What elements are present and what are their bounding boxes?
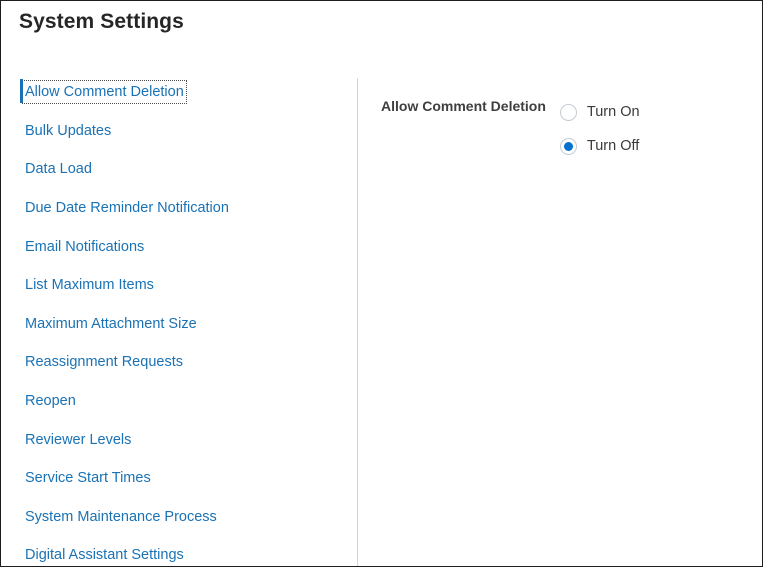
sidebar-item-label[interactable]: Digital Assistant Settings bbox=[25, 546, 184, 564]
sidebar-item-email-notifications[interactable]: Email Notifications bbox=[1, 227, 357, 266]
selected-item-accent-bar bbox=[20, 79, 23, 103]
sidebar-item-allow-comment-deletion[interactable]: Allow Comment Deletion bbox=[1, 73, 357, 112]
radio-checked-icon[interactable] bbox=[559, 137, 577, 155]
radio-unchecked-icon[interactable] bbox=[559, 103, 577, 121]
sidebar-item-label[interactable]: Maximum Attachment Size bbox=[25, 315, 197, 333]
radio-option-turn-on[interactable]: Turn On bbox=[559, 95, 640, 129]
sidebar-item-label[interactable]: Service Start Times bbox=[25, 469, 151, 487]
allow-comment-deletion-radio-group[interactable]: Turn On Turn Off bbox=[559, 95, 640, 163]
sidebar-item-label[interactable]: System Maintenance Process bbox=[25, 508, 217, 526]
system-settings-window: System Settings Allow Comment Deletion Bu… bbox=[0, 0, 763, 567]
sidebar-item-label[interactable]: Due Date Reminder Notification bbox=[25, 199, 229, 217]
setting-form: Allow Comment Deletion Turn On Turn Off bbox=[381, 95, 640, 163]
sidebar-item-service-start-times[interactable]: Service Start Times bbox=[1, 459, 357, 498]
settings-sidebar: Allow Comment Deletion Bulk Updates Data L… bbox=[1, 61, 357, 566]
sidebar-item-reassignment-requests[interactable]: Reassignment Requests bbox=[1, 343, 357, 382]
sidebar-item-label[interactable]: Email Notifications bbox=[25, 238, 144, 256]
sidebar-item-label[interactable]: List Maximum Items bbox=[25, 276, 154, 294]
sidebar-item-digital-assistant-settings[interactable]: Digital Assistant Settings bbox=[1, 536, 357, 566]
setting-detail-panel: Allow Comment Deletion Turn On Turn Off bbox=[358, 61, 762, 566]
page-title: System Settings bbox=[19, 10, 184, 33]
sidebar-item-label[interactable]: Bulk Updates bbox=[25, 122, 111, 140]
sidebar-item-system-maintenance-process[interactable]: System Maintenance Process bbox=[1, 498, 357, 537]
sidebar-item-label[interactable]: Data Load bbox=[25, 160, 92, 178]
setting-form-label: Allow Comment Deletion bbox=[381, 98, 546, 114]
sidebar-item-reopen[interactable]: Reopen bbox=[1, 382, 357, 421]
sidebar-item-due-date-reminder-notification[interactable]: Due Date Reminder Notification bbox=[1, 189, 357, 228]
sidebar-item-list-maximum-items[interactable]: List Maximum Items bbox=[1, 266, 357, 305]
sidebar-item-maximum-attachment-size[interactable]: Maximum Attachment Size bbox=[1, 305, 357, 344]
sidebar-item-label[interactable]: Reviewer Levels bbox=[25, 431, 131, 449]
sidebar-item-label[interactable]: Reopen bbox=[25, 392, 76, 410]
radio-option-turn-off[interactable]: Turn Off bbox=[559, 129, 640, 163]
radio-option-label[interactable]: Turn On bbox=[587, 104, 640, 121]
sidebar-item-bulk-updates[interactable]: Bulk Updates bbox=[1, 112, 357, 151]
sidebar-item-data-load[interactable]: Data Load bbox=[1, 150, 357, 189]
radio-option-label[interactable]: Turn Off bbox=[587, 138, 639, 155]
sidebar-item-label[interactable]: Reassignment Requests bbox=[25, 353, 183, 371]
content-area: Allow Comment Deletion Bulk Updates Data L… bbox=[1, 61, 762, 566]
sidebar-item-label[interactable]: Allow Comment Deletion bbox=[22, 80, 187, 105]
sidebar-item-reviewer-levels[interactable]: Reviewer Levels bbox=[1, 420, 357, 459]
